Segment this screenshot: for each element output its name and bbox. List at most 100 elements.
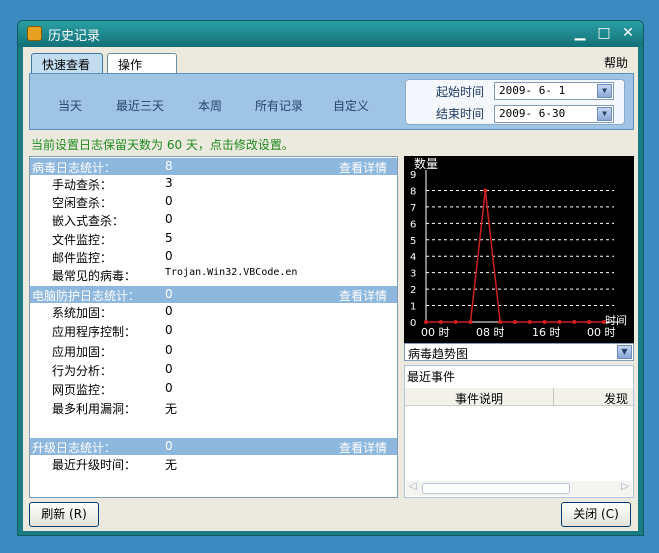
upgrade-log-header: 升级日志统计： 0 查看详情 [30,438,397,455]
y-tick-label: 3 [410,269,416,280]
client-area: 快速查看 操作 帮助 当天 最近三天 本周 所有记录 自定义 起始时间 2009… [23,47,638,531]
tab-quick-view[interactable]: 快速查看 [31,53,103,75]
window-title: 历史记录 [48,29,101,44]
stat-label: 网页监控： [52,383,113,397]
range-today[interactable]: 当天 [58,97,82,114]
stat-row: 应用加固： 0 [52,343,173,360]
trend-chart-svg: 数量0123456789时间00 时 08 时 16 时 00 时 [410,156,627,339]
minimize-icon[interactable]: ▁ [572,25,588,41]
y-tick-label: 2 [410,285,416,296]
stat-value: 0 [165,212,173,226]
range-last-three-days[interactable]: 最近三天 [116,97,164,114]
end-date-picker[interactable]: 2009- 6-30 ▼ [494,105,614,123]
stat-value: 0 [165,343,173,357]
y-tick-label: 8 [410,186,416,197]
tab-operations[interactable]: 操作 [107,53,177,73]
refresh-button[interactable]: 刷新 (R) [29,502,99,527]
stat-row: 最近升级时间： 无 [52,456,177,473]
virus-details-link[interactable]: 查看详情 [339,159,387,176]
shield-icon [27,26,42,41]
stat-label: 最多利用漏洞： [52,402,137,416]
stat-value: 0 [165,304,173,318]
protect-log-count: 0 [165,287,173,301]
stat-row: 邮件监控： 0 [52,249,173,266]
stat-value: 0 [165,249,173,263]
log-stats-panel: 病毒日志统计： 8 查看详情 手动查杀： 3 空闲查杀： 0 嵌入式查杀： 0 文件监… [29,156,398,498]
close-icon[interactable]: ✕ [620,25,636,41]
log-retention-notice[interactable]: 当前设置日志保留天数为 60 天，点击修改设置。 [31,136,294,153]
virus-log-title: 病毒日志统计： [32,161,117,175]
scroll-left-icon[interactable]: ◁ [409,481,417,492]
protect-log-title: 电脑防护日志统计： [32,289,141,303]
data-point [498,320,503,324]
y-tick-label: 0 [410,318,416,329]
title-bar: 历史记录 ▁ □ ✕ [18,21,643,47]
upgrade-log-count: 0 [165,439,173,453]
stat-label: 最近升级时间： [52,458,137,472]
stat-label: 最常见的病毒： [52,269,137,283]
stat-row: 手动查杀： 3 [52,176,173,193]
column-found[interactable]: 发现 [604,390,628,407]
stat-label: 文件监控： [52,233,113,247]
scroll-thumb[interactable] [422,483,570,494]
stat-value: 0 [165,362,173,376]
x-tick-label: 08 时 [476,326,505,339]
data-point [513,320,517,324]
stat-row: 嵌入式查杀： 0 [52,212,173,229]
x-tick-label: 00 时 [587,326,616,339]
stat-label: 嵌入式查杀： [52,214,125,228]
stat-value: 无 [165,402,178,416]
stat-row: 行为分析： 0 [52,362,173,379]
stat-row: 网页监控： 0 [52,381,173,398]
stat-value: 0 [165,381,173,395]
range-all-records[interactable]: 所有记录 [255,97,303,114]
horizontal-scrollbar[interactable]: ◁ ▷ [406,481,632,496]
close-button[interactable]: 关闭 (C) [561,502,631,527]
stat-value: 3 [165,176,173,190]
data-point [602,320,606,324]
x-tick-label: 16 时 [532,326,561,339]
data-point [557,320,562,324]
stat-value: 5 [165,231,173,245]
stat-value: 0 [165,194,173,208]
stat-label: 空闲查杀： [52,196,113,210]
y-tick-label: 7 [410,203,416,214]
data-point [424,320,428,324]
events-table-header: 事件说明 发现 [405,388,633,406]
stat-label: 邮件监控： [52,251,113,265]
chevron-down-icon[interactable]: ▼ [597,84,612,98]
stat-label: 手动查杀： [52,178,113,192]
stat-label: 应用程序控制： [52,325,137,339]
data-point [453,320,458,324]
protect-details-link[interactable]: 查看详情 [339,287,387,304]
date-range-box: 起始时间 2009- 6- 1 ▼ 结束时间 2009- 6-30 ▼ [405,79,625,125]
start-date-value: 2009- 6- 1 [499,84,566,97]
start-date-picker[interactable]: 2009- 6- 1 ▼ [494,82,614,100]
upgrade-details-link[interactable]: 查看详情 [339,439,387,456]
stat-row: 文件监控： 5 [52,231,173,248]
chevron-down-icon[interactable]: ▼ [597,107,612,121]
y-axis-label: 数量 [414,156,438,171]
data-point [542,320,547,324]
column-event-description[interactable]: 事件说明 [455,390,503,407]
range-custom[interactable]: 自定义 [333,97,369,114]
maximize-icon[interactable]: □ [596,25,612,41]
upgrade-log-title: 升级日志统计： [32,441,117,455]
stat-row: 最多利用漏洞： 无 [52,400,177,417]
y-tick-label: 1 [410,302,416,313]
y-tick-label: 5 [410,236,416,247]
y-tick-label: 9 [410,170,416,181]
recent-events-panel: 最近事件 事件说明 发现 ◁ ▷ [404,365,634,498]
data-point [468,320,473,324]
start-time-label: 起始时间 [436,85,485,99]
chevron-down-icon[interactable]: ▼ [617,345,632,359]
range-this-week[interactable]: 本周 [198,97,222,114]
chart-type-select[interactable]: 病毒趋势图 ▼ [404,343,634,361]
virus-log-count: 8 [165,159,173,173]
y-tick-label: 4 [410,252,416,263]
stat-row: 空闲查杀： 0 [52,194,173,211]
scroll-right-icon[interactable]: ▷ [621,481,629,492]
stat-row: 最常见的病毒： Trojan.Win32.VBCode.en [52,267,297,284]
stat-label: 应用加固： [52,345,113,359]
help-link[interactable]: 帮助 [604,54,628,71]
